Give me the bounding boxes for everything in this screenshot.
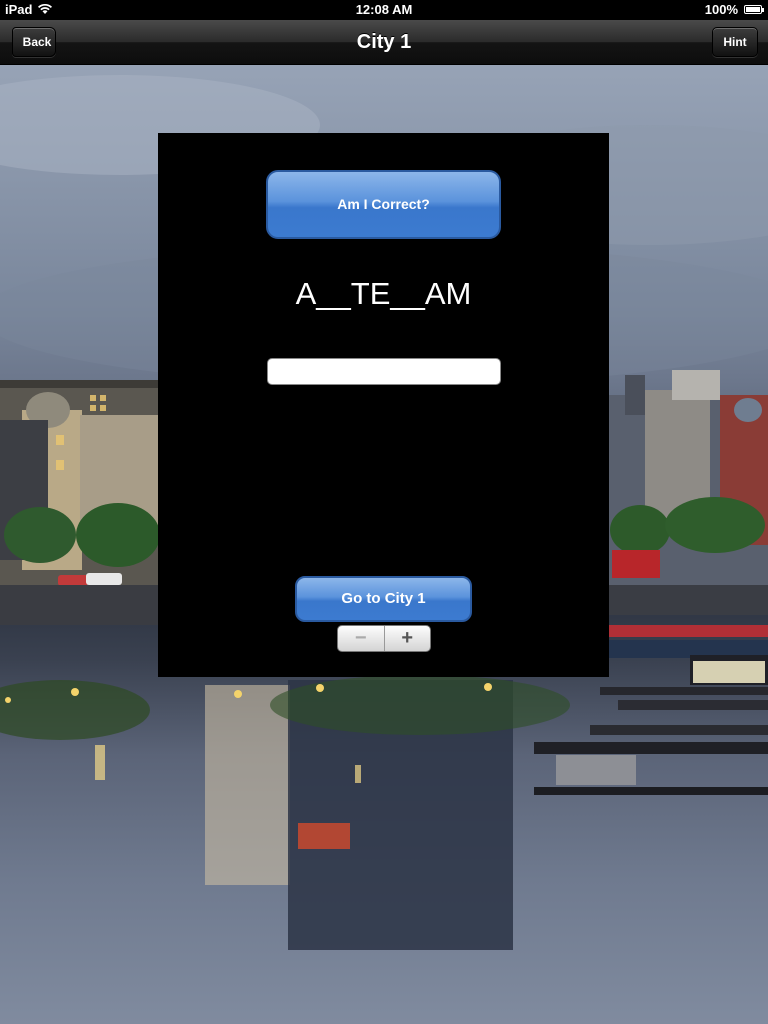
- battery-icon: [744, 5, 764, 14]
- page-title: City 1: [356, 31, 412, 53]
- stepper-minus-button[interactable]: −: [338, 626, 385, 651]
- navigation-bar: Back City 1 Hint: [0, 20, 768, 65]
- status-bar: iPad 12:08 AM 100%: [0, 0, 768, 20]
- stepper: − +: [337, 625, 431, 652]
- puzzle-word: A__TE__AM: [295, 276, 472, 311]
- answer-input[interactable]: [267, 358, 501, 385]
- hint-button[interactable]: Hint: [712, 27, 758, 57]
- stepper-plus-button[interactable]: +: [385, 626, 431, 651]
- clock: 12:08 AM: [355, 2, 413, 17]
- quiz-panel: Am I Correct? A__TE__AM Go to City 1 − +: [158, 133, 609, 677]
- go-to-city-button[interactable]: Go to City 1: [295, 576, 472, 622]
- battery-percent: 100%: [704, 2, 738, 17]
- am-i-correct-button[interactable]: Am I Correct?: [266, 170, 501, 239]
